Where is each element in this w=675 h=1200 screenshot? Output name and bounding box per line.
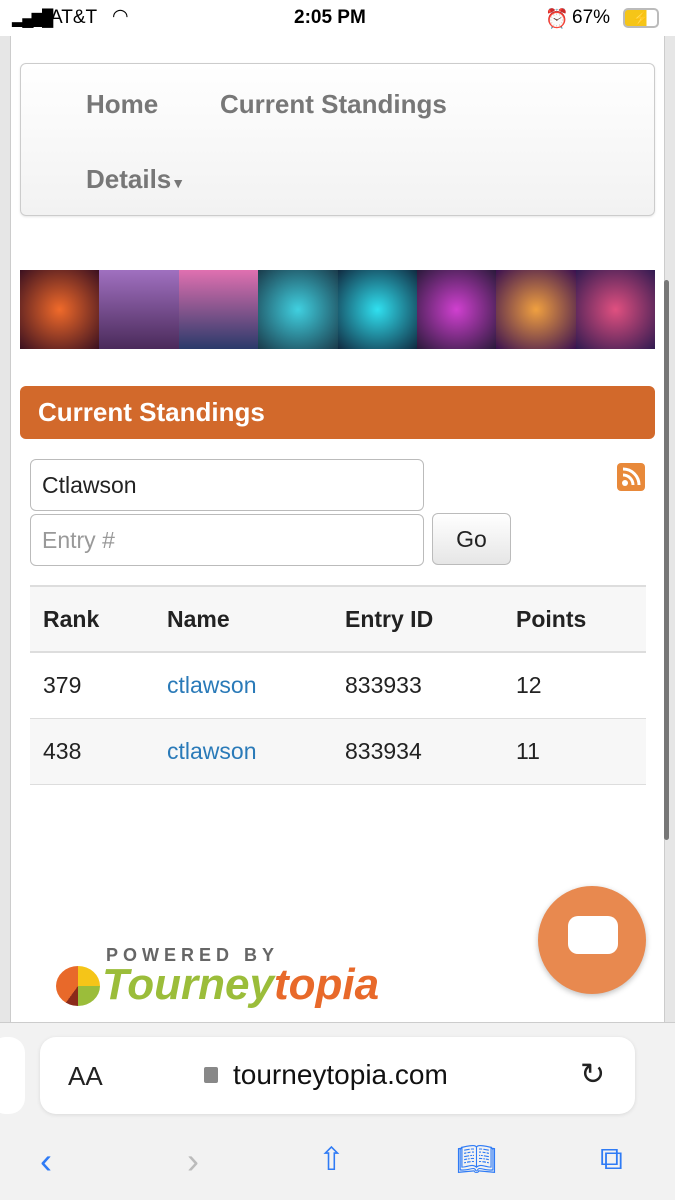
table-header-row: Rank Name Entry ID Points (30, 585, 646, 653)
name-search-input[interactable]: Ctlawson (30, 459, 424, 511)
points: 11 (503, 718, 646, 785)
banner-image (99, 270, 179, 349)
tourneytopia-logo[interactable]: Tourneytopia (102, 960, 379, 1010)
scrollbar[interactable] (664, 280, 669, 840)
col-rank[interactable]: Rank (30, 585, 154, 653)
battery-percent: 67% (572, 7, 611, 28)
standings-table: Rank Name Entry ID Points 379 ctlawson 8… (30, 585, 646, 785)
rss-icon[interactable] (617, 463, 645, 491)
reload-icon[interactable]: ↻ (580, 1057, 605, 1092)
text-size-button[interactable]: AA (68, 1061, 103, 1092)
previous-tab-pill[interactable] (0, 1037, 25, 1114)
chat-button[interactable] (538, 886, 646, 994)
address-bar[interactable]: AA tourneytopia.com ↻ (40, 1037, 635, 1114)
chat-bubble-icon (568, 916, 618, 954)
url-text[interactable]: tourneytopia.com (233, 1059, 448, 1091)
battery-icon: ⚡ (623, 8, 659, 28)
banner-image (575, 270, 655, 349)
nav-details-label: Details (86, 164, 172, 194)
banner-image (20, 270, 100, 349)
entry-number-input[interactable]: Entry # (30, 514, 424, 566)
entry-name-link[interactable]: ctlawson (167, 672, 256, 698)
col-name[interactable]: Name (154, 585, 332, 653)
section-header: Current Standings (20, 386, 655, 439)
wifi-icon: ◠ (112, 6, 129, 27)
signal-icon: ▂▄▆█ (12, 10, 53, 27)
share-icon[interactable]: ⇧ (318, 1140, 345, 1178)
rank: 438 (30, 718, 154, 785)
caret-down-icon: ▼ (171, 175, 186, 191)
table-row: 438 ctlawson 833934 11 (30, 718, 646, 785)
rank: 379 (30, 652, 154, 719)
back-icon[interactable]: ‹ (40, 1140, 52, 1182)
banner-image (496, 270, 576, 349)
bookmarks-icon[interactable]: 📖︎ (456, 1140, 497, 1178)
banner-image (178, 270, 259, 349)
entry-id: 833934 (332, 718, 503, 785)
page-margin (0, 36, 10, 1022)
name-cell: ctlawson (154, 652, 332, 719)
nav-details[interactable]: Details▼ (86, 164, 185, 195)
nav-current-standings[interactable]: Current Standings (220, 89, 447, 120)
table-row: 379 ctlawson 833933 12 (30, 652, 646, 719)
forward-icon[interactable]: › (187, 1140, 199, 1182)
tabs-icon[interactable]: ⧉ (600, 1140, 623, 1178)
status-bar: ▂▄▆█ AT&T ◠ 2:05 PM ⏰ 67% ⚡ (0, 0, 675, 36)
col-entry-id[interactable]: Entry ID (332, 585, 503, 653)
go-button[interactable]: Go (432, 513, 511, 565)
logo-text-b: topia (273, 960, 380, 1009)
carrier: AT&T (50, 7, 98, 28)
nav-home[interactable]: Home (86, 89, 158, 120)
entry-name-link[interactable]: ctlawson (167, 738, 256, 764)
time: 2:05 PM (294, 7, 366, 28)
col-points[interactable]: Points (503, 585, 646, 653)
points: 12 (503, 652, 646, 719)
lock-icon (204, 1067, 218, 1083)
logo-text-a: Tourney (102, 960, 274, 1009)
banner-image (258, 270, 338, 349)
banner-image (416, 270, 497, 349)
entry-id: 833933 (332, 652, 503, 719)
banner-images (20, 270, 655, 349)
name-cell: ctlawson (154, 718, 332, 785)
banner-image (337, 270, 417, 349)
tourneytopia-logo-icon (56, 966, 100, 1006)
alarm-icon: ⏰ (545, 9, 569, 30)
navbar: Home Current Standings Details▼ (20, 63, 655, 216)
